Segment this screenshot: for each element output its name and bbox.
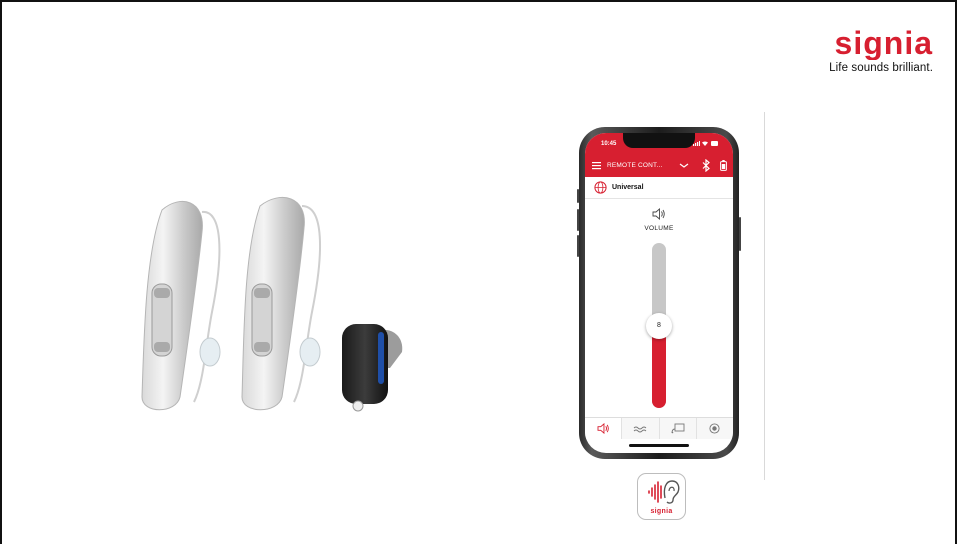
globe-icon (594, 181, 607, 194)
brand-tagline: Life sounds brilliant. (829, 62, 933, 74)
menu-icon[interactable] (592, 161, 601, 170)
phone-screen: 10:45 REMOTE CONT... Universal VOLUME 8 (585, 133, 733, 453)
svg-text:signia: signia (835, 28, 933, 60)
bottom-tab-bar (585, 417, 733, 439)
signia-app-icon[interactable]: signia (637, 473, 686, 520)
speaker-icon (597, 423, 609, 434)
tab-volume[interactable] (585, 418, 623, 439)
status-icons (692, 141, 719, 148)
phone-notch (623, 133, 695, 148)
tab-streaming[interactable] (659, 418, 697, 439)
stream-icon (671, 423, 685, 434)
vertical-divider (764, 112, 765, 480)
wifi-icon (702, 141, 709, 146)
program-selector[interactable]: Universal (585, 177, 733, 199)
status-time: 10:45 (601, 141, 617, 147)
hearing-aids-image (141, 197, 403, 412)
volume-speaker-icon (652, 208, 665, 220)
signia-logo: signia (835, 28, 933, 60)
app-icon-label: signia (650, 508, 673, 515)
bluetooth-icon[interactable] (702, 159, 711, 172)
tab-record[interactable] (696, 418, 733, 439)
phone-mockup: 10:45 REMOTE CONT... Universal VOLUME 8 (577, 127, 741, 459)
app-header: REMOTE CONT... (585, 155, 733, 177)
wave-icon (634, 426, 647, 432)
chevron-down-icon[interactable] (679, 162, 689, 169)
tab-sound-balance[interactable] (622, 418, 660, 439)
phone-volume-down-button (577, 235, 579, 257)
volume-label: VOLUME (644, 225, 674, 232)
battery-status-icon (711, 141, 718, 146)
record-icon (709, 423, 720, 434)
app-header-title: REMOTE CONT... (607, 162, 663, 169)
home-indicator (629, 444, 689, 447)
volume-slider-thumb[interactable]: 8 (646, 312, 672, 339)
ear-sound-icon (648, 480, 680, 504)
slide-frame: signia Life sounds brilliant. 10:45 REMO… (0, 0, 957, 544)
phone-power-button (739, 217, 741, 251)
hearing-aid-battery-icon[interactable] (720, 160, 727, 171)
brand-block: signia Life sounds brilliant. (793, 28, 933, 74)
phone-volume-up-button (577, 209, 579, 231)
phone-side-button (577, 189, 579, 203)
program-name: Universal (612, 184, 644, 191)
